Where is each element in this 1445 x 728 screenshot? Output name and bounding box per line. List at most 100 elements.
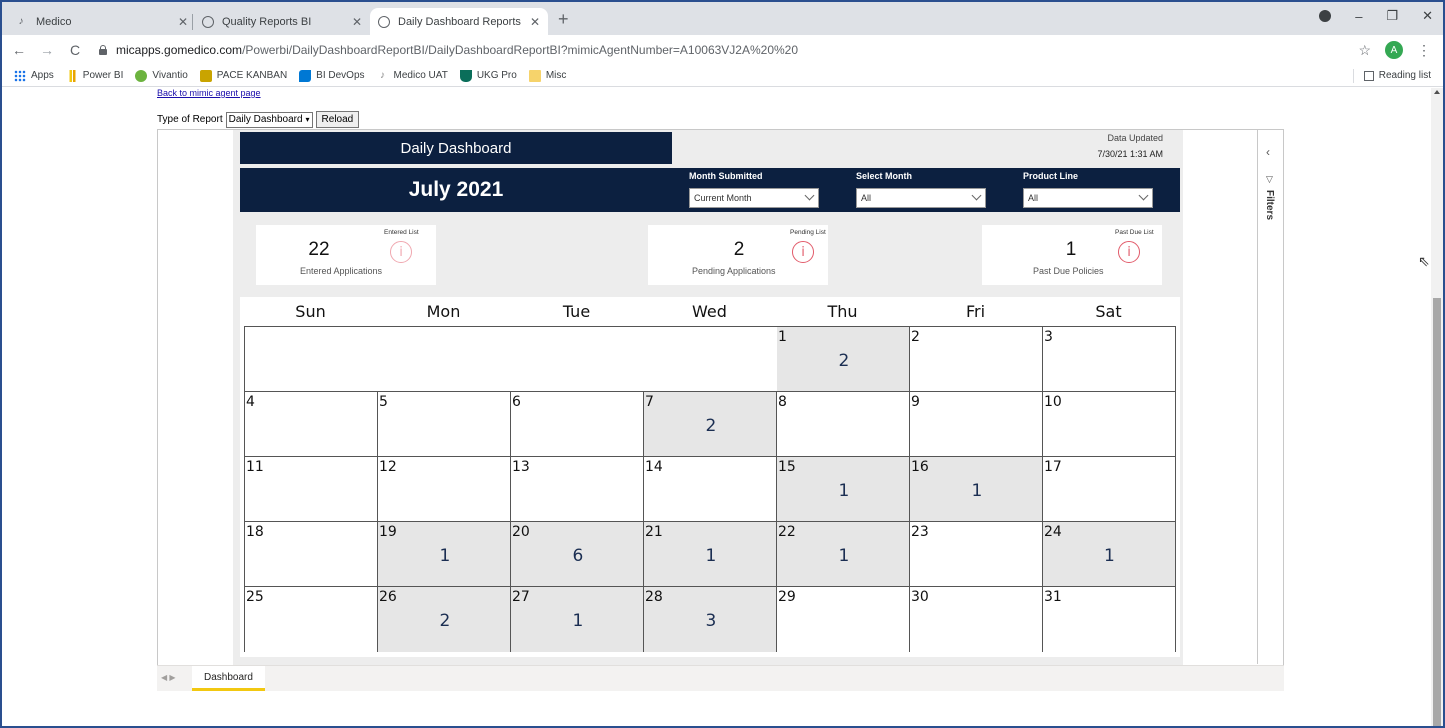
bookmark-vivantio[interactable]: Vivantio	[135, 69, 188, 82]
filters-pane[interactable]: ‹ ▽ Filters	[1257, 130, 1283, 664]
calendar-day-17[interactable]: 17	[1043, 457, 1175, 522]
calendar-day-4[interactable]: 4	[245, 392, 378, 457]
day-number: 3	[1044, 329, 1053, 345]
chevron-left-icon[interactable]: ‹	[1266, 145, 1270, 159]
day-number: 2	[911, 329, 920, 345]
product-line-dropdown[interactable]: All	[1023, 188, 1153, 208]
calendar-day-29[interactable]: 29	[777, 587, 910, 652]
scroll-up-icon[interactable]	[1434, 90, 1440, 94]
day-number: 22	[778, 524, 796, 540]
page-scrollbar[interactable]	[1431, 88, 1443, 726]
minimize-icon[interactable]: –	[1355, 9, 1362, 24]
page-nav-arrows-icon[interactable]: ◀ ▶	[161, 673, 176, 682]
reading-list-button[interactable]: Reading list	[1352, 68, 1431, 83]
tab-quality-reports[interactable]: Quality Reports BI ✕	[194, 8, 370, 35]
bookmark-pace-kanban[interactable]: PACE KANBAN	[199, 69, 287, 82]
day-count: 1	[838, 481, 850, 501]
back-to-mimic-link[interactable]: Back to mimic agent page	[157, 88, 261, 98]
reload-button[interactable]: Reload	[315, 111, 360, 128]
month-submitted-dropdown[interactable]: Current Month	[689, 188, 819, 208]
bookmark-apps[interactable]: Apps	[14, 69, 54, 82]
bookmark-label: UKG Pro	[476, 70, 517, 81]
day-number: 18	[246, 524, 264, 540]
address-bar[interactable]: micapps.gomedico.com /Powerbi/DailyDashb…	[92, 38, 1358, 62]
calendar-day-22[interactable]: 22 1	[777, 522, 910, 587]
calendar-day-23[interactable]: 23	[910, 522, 1043, 587]
calendar-day-19[interactable]: 19 1	[378, 522, 511, 587]
calendar-day-2[interactable]: 2	[910, 327, 1043, 392]
tab-dashboard[interactable]: Dashboard	[192, 666, 265, 691]
reload-icon[interactable]: C	[64, 42, 86, 58]
calendar-day-13[interactable]: 13	[511, 457, 644, 522]
day-number: 11	[246, 459, 264, 475]
slicer-product-line: Product Line All	[1023, 171, 1153, 208]
calendar-day-24[interactable]: 24 1	[1043, 522, 1175, 587]
calendar-day-14[interactable]: 14	[644, 457, 777, 522]
weekday-header: Sun Mon Tue Wed Thu Fri Sat	[240, 302, 1180, 326]
past-due-list-link[interactable]: Past Due List	[1115, 229, 1154, 236]
globe-icon	[378, 15, 390, 28]
close-icon[interactable]: ✕	[352, 15, 362, 29]
calendar-day-28[interactable]: 28 3	[644, 587, 777, 652]
calendar-day-21[interactable]: 21 1	[644, 522, 777, 587]
calendar-empty-cell	[644, 327, 777, 392]
day-count: 2	[838, 351, 850, 371]
restore-icon[interactable]: ❐	[1386, 8, 1398, 24]
info-icon[interactable]: i	[1118, 241, 1140, 263]
tab-daily-dashboard[interactable]: Daily Dashboard Reports BI ✕	[370, 8, 548, 35]
bookmark-power-bi[interactable]: Power BI	[65, 69, 123, 82]
calendar-day-27[interactable]: 27 1	[511, 587, 644, 652]
bookmark-ukg-pro[interactable]: UKG Pro	[459, 69, 517, 82]
calendar-day-26[interactable]: 26 2	[378, 587, 511, 652]
calendar-day-8[interactable]: 8	[777, 392, 910, 457]
more-menu-icon[interactable]: ⋮	[1417, 42, 1431, 59]
incognito-icon[interactable]	[1319, 10, 1332, 22]
filters-label: Filters	[1264, 190, 1275, 221]
calendar-day-12[interactable]: 12	[378, 457, 511, 522]
bookmark-bi-devops[interactable]: BI DevOps	[299, 69, 365, 82]
calendar-day-9[interactable]: 9	[910, 392, 1043, 457]
report-type-row: Type of Report Daily Dashboard ▾ Reload	[157, 111, 360, 128]
calendar-day-31[interactable]: 31	[1043, 587, 1175, 652]
calendar-day-25[interactable]: 25	[245, 587, 378, 652]
bookmark-misc[interactable]: Misc	[528, 69, 566, 82]
bookmark-medico-uat[interactable]: ♪ Medico UAT	[377, 70, 448, 82]
avatar[interactable]: A	[1385, 41, 1403, 59]
back-arrow-icon[interactable]: ←	[8, 42, 30, 58]
pending-list-link[interactable]: Pending List	[790, 229, 826, 236]
lock-icon[interactable]	[98, 45, 108, 55]
calendar-day-3[interactable]: 3	[1043, 327, 1175, 392]
close-window-icon[interactable]: ✕	[1422, 8, 1433, 24]
tab-medico[interactable]: ♪ Medico ✕	[6, 8, 196, 35]
star-icon[interactable]: ☆	[1358, 42, 1371, 59]
new-tab-button[interactable]: +	[558, 10, 569, 28]
calendar-day-30[interactable]: 30	[910, 587, 1043, 652]
slicer-label: Month Submitted	[689, 171, 763, 181]
calendar-day-6[interactable]: 6	[511, 392, 644, 457]
calendar-day-7[interactable]: 72	[644, 392, 777, 457]
calendar-day-5[interactable]: 5	[378, 392, 511, 457]
forward-arrow-icon[interactable]: →	[36, 42, 58, 58]
browser-window: ♪ Medico ✕ Quality Reports BI ✕ Daily Da…	[0, 0, 1445, 728]
calendar-day-20[interactable]: 20 6	[511, 522, 644, 587]
browser-toolbar: ← → C micapps.gomedico.com /Powerbi/Dail…	[2, 35, 1443, 65]
day-number: 23	[911, 524, 929, 540]
report-type-select[interactable]: Daily Dashboard ▾	[225, 111, 313, 128]
calendar-day-10[interactable]: 10	[1043, 392, 1175, 457]
info-icon[interactable]: i	[390, 241, 412, 263]
calendar-day-15[interactable]: 15 1	[777, 457, 910, 522]
scroll-thumb[interactable]	[1433, 298, 1441, 726]
powerbi-report: Daily Dashboard Data Updated 7/30/21 1:3…	[157, 129, 1284, 690]
close-icon[interactable]: ✕	[530, 15, 540, 29]
calendar-day-11[interactable]: 11	[245, 457, 378, 522]
entered-list-link[interactable]: Entered List	[384, 229, 419, 236]
calendar-day-18[interactable]: 18	[245, 522, 378, 587]
close-icon[interactable]: ✕	[178, 15, 188, 29]
select-month-dropdown[interactable]: All	[856, 188, 986, 208]
weekday-label: Fri	[965, 302, 986, 321]
calendar-day-1[interactable]: 12	[777, 327, 910, 392]
day-number: 14	[645, 459, 663, 475]
day-count: 1	[439, 546, 451, 566]
info-icon[interactable]: i	[792, 241, 814, 263]
calendar-day-16[interactable]: 16 1	[910, 457, 1043, 522]
